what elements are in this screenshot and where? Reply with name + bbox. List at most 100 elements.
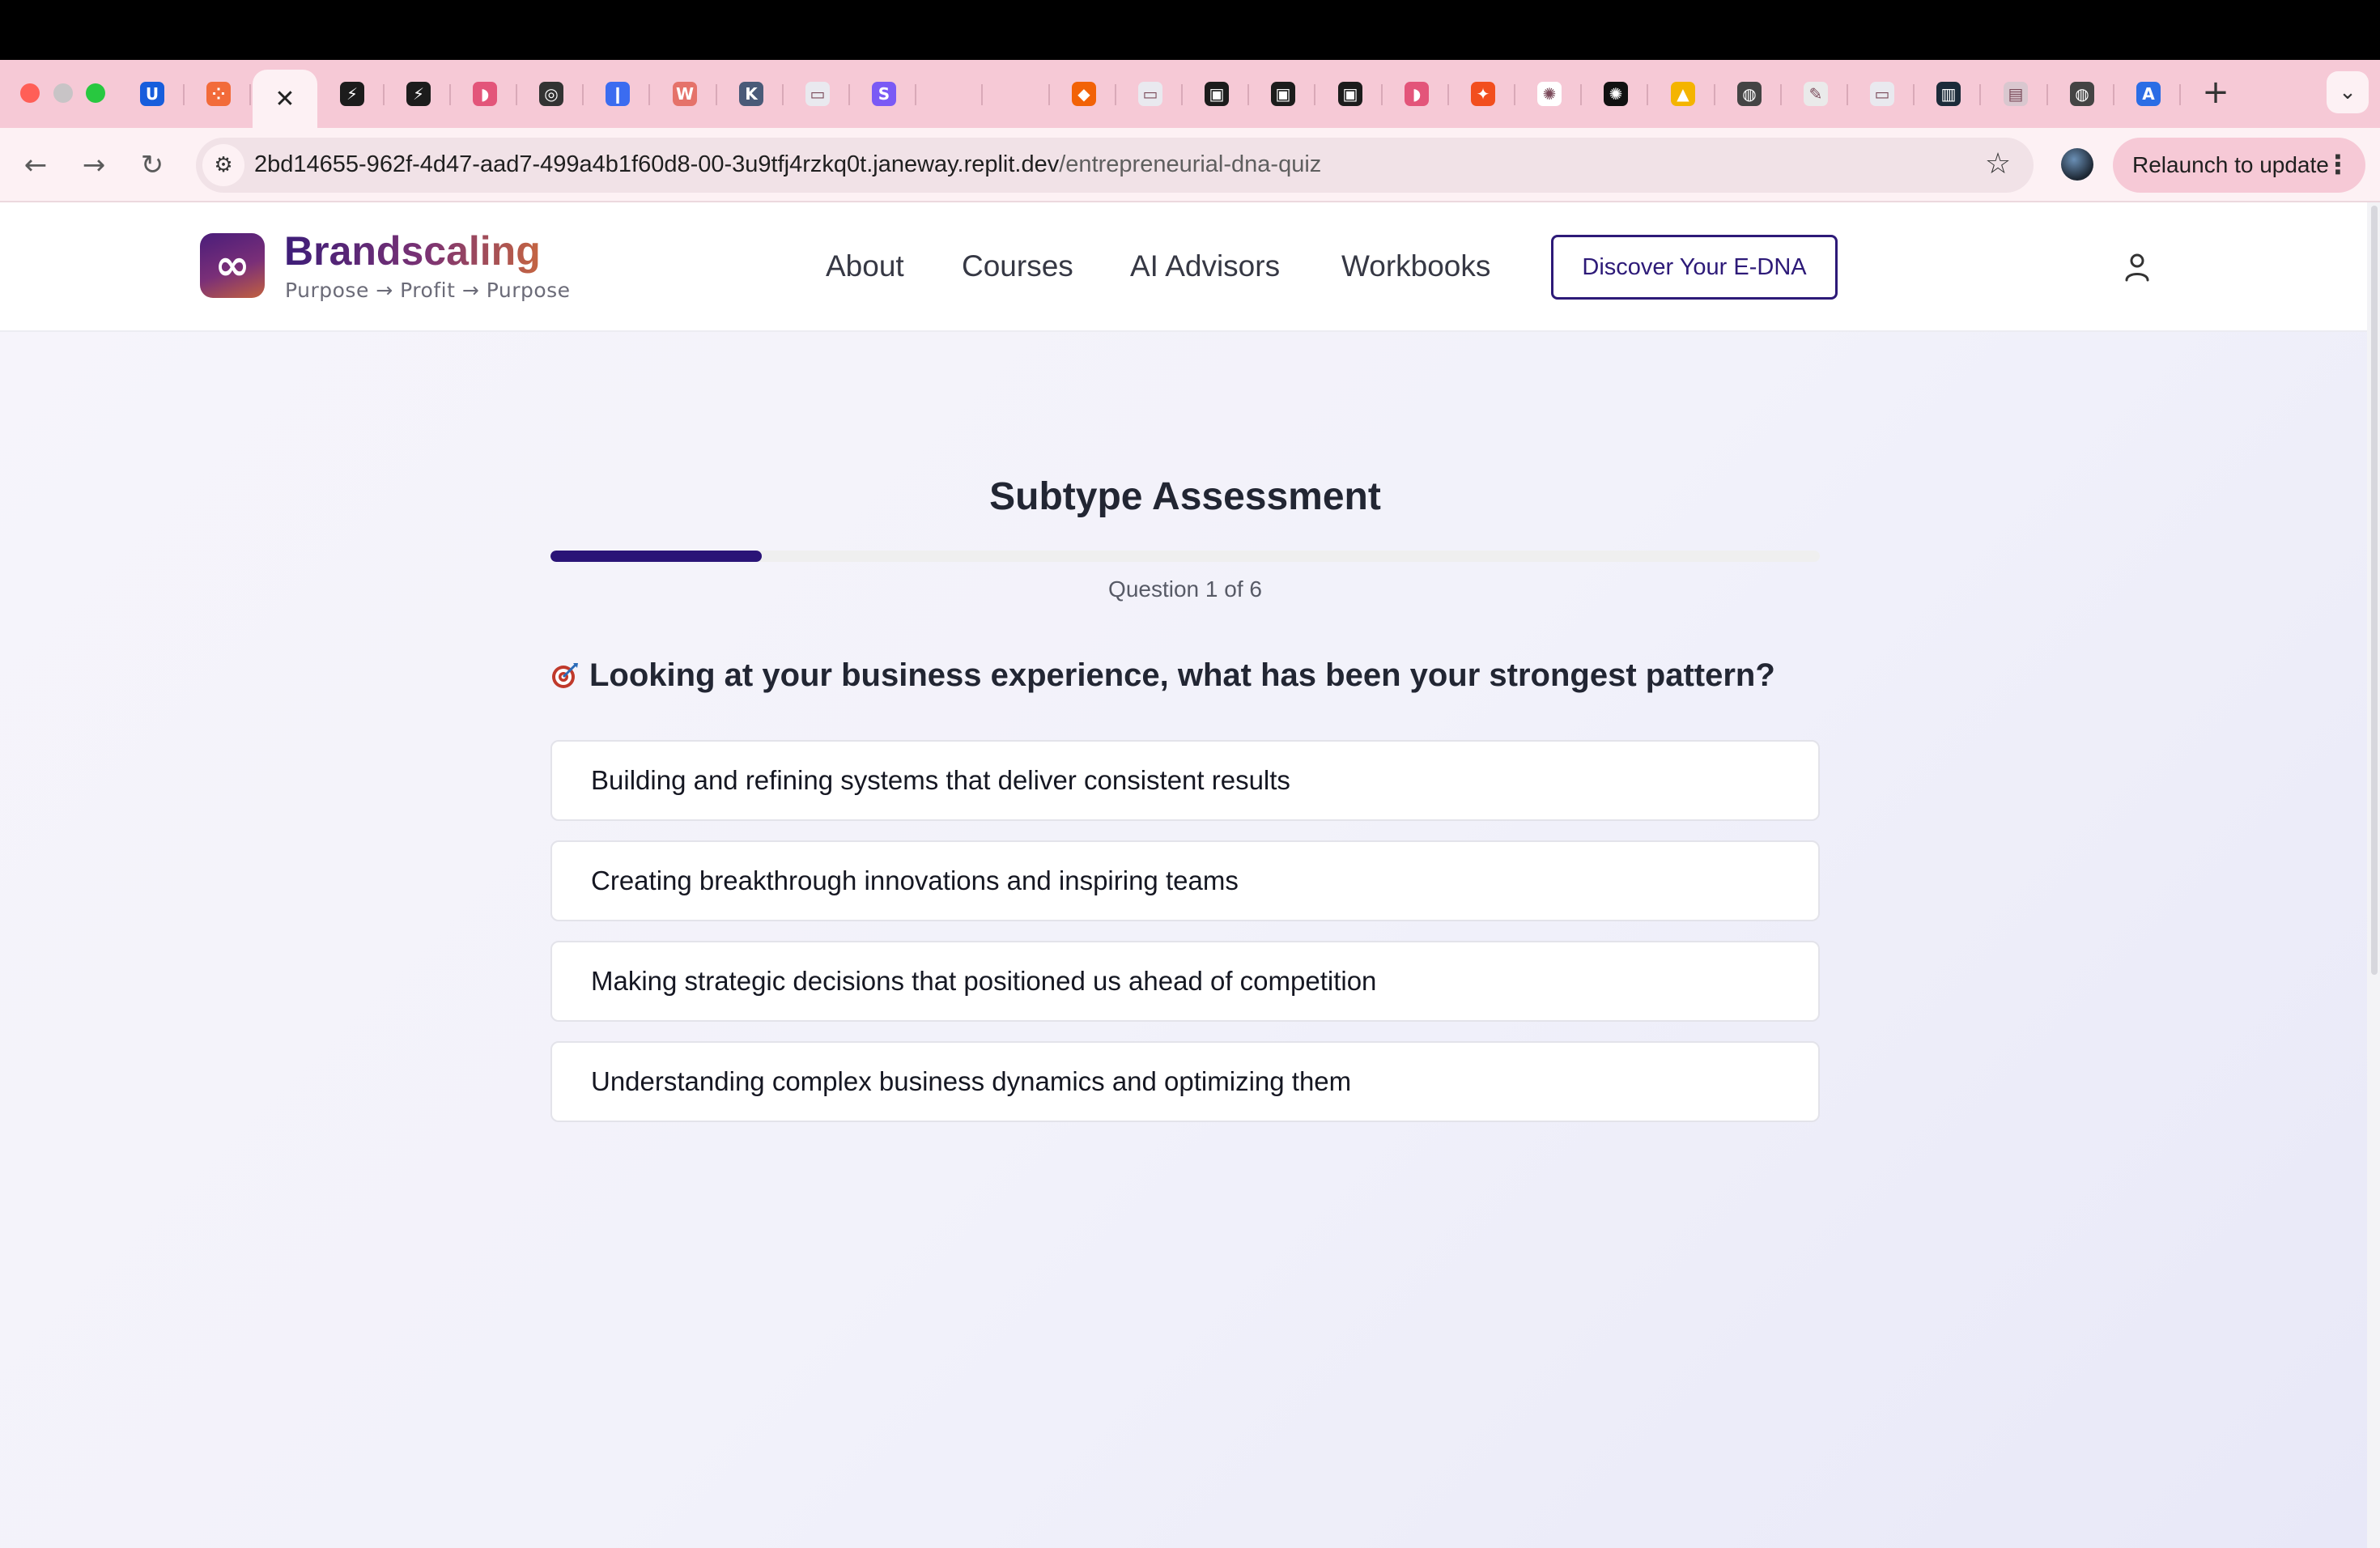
url-host: 2bd14655-962f-4d47-aad7-499a4b1f60d8-00-… bbox=[254, 151, 1060, 177]
browser-tab[interactable]: ⚡ bbox=[386, 70, 451, 118]
browser-tab[interactable]: ⚡ bbox=[320, 70, 385, 118]
brand-name[interactable]: Brandscaling bbox=[284, 227, 541, 275]
url-path: /entrepreneurial-dna-quiz bbox=[1059, 151, 1322, 177]
browser-tab[interactable]: ▭ bbox=[1118, 70, 1183, 118]
browser-tab[interactable]: ◗ bbox=[453, 70, 517, 118]
answer-option[interactable]: Understanding complex business dynamics … bbox=[550, 1041, 1820, 1122]
browser-tab[interactable]: ▲ bbox=[1651, 70, 1715, 118]
browser-tab[interactable]: W bbox=[652, 70, 717, 118]
tab-separator bbox=[1580, 84, 1582, 105]
user-account-icon[interactable] bbox=[2123, 251, 2152, 283]
scrollbar-thumb[interactable] bbox=[2371, 206, 2378, 975]
minimize-window-button[interactable] bbox=[53, 83, 73, 103]
back-button[interactable]: ← bbox=[15, 144, 57, 186]
more-menu-icon[interactable]: ⋮ bbox=[2325, 149, 2351, 180]
browser-tab[interactable]: ▣ bbox=[1318, 70, 1383, 118]
image-icon: ▤ bbox=[2004, 82, 2028, 106]
close-icon[interactable]: ✕ bbox=[274, 85, 295, 113]
figma-icon: ✦ bbox=[1471, 82, 1495, 106]
bitwarden-icon: U bbox=[140, 82, 164, 106]
reload-button[interactable]: ↻ bbox=[131, 144, 173, 186]
browser-tab[interactable]: ✕ bbox=[253, 70, 317, 128]
replit-icon: ◆ bbox=[1072, 82, 1096, 106]
globe-icon: ◍ bbox=[2070, 82, 2094, 106]
tab-separator bbox=[183, 84, 185, 105]
browser-tab[interactable]: ✺ bbox=[1517, 70, 1582, 118]
forward-button[interactable]: → bbox=[73, 144, 115, 186]
image-icon: ▭ bbox=[1870, 82, 1894, 106]
tab-separator bbox=[1247, 84, 1249, 105]
tab-separator bbox=[1514, 84, 1515, 105]
browser-tab[interactable]: ◍ bbox=[1717, 70, 1782, 118]
tab-separator bbox=[1780, 84, 1782, 105]
quiz-progress-fill bbox=[550, 551, 763, 562]
page-scrollbar[interactable] bbox=[2367, 202, 2380, 1548]
browser-tab[interactable]: ⁘ bbox=[186, 70, 251, 118]
question-counter: Question 1 of 6 bbox=[1108, 576, 1262, 602]
tab-separator bbox=[1647, 84, 1648, 105]
browser-tab[interactable]: ◆ bbox=[1052, 70, 1116, 118]
target-icon bbox=[552, 663, 578, 688]
url-text[interactable]: 2bd14655-962f-4d47-aad7-499a4b1f60d8-00-… bbox=[254, 148, 1321, 181]
new-tab-button[interactable]: + bbox=[2198, 74, 2233, 111]
browser-tab[interactable]: ❙ bbox=[585, 70, 650, 118]
a-app-icon: A bbox=[2136, 82, 2161, 106]
answer-option[interactable]: Building and refining systems that deliv… bbox=[550, 740, 1820, 821]
browser-tab[interactable]: ▤ bbox=[1983, 70, 2048, 118]
relaunch-button[interactable]: Relaunch to update ⋮ bbox=[2113, 138, 2365, 193]
browser-tab[interactable]: A bbox=[2116, 70, 2181, 118]
grid-app-icon: ⁘ bbox=[206, 82, 231, 106]
blank-icon bbox=[1005, 82, 1030, 106]
browser-tab[interactable]: ✎ bbox=[1783, 70, 1848, 118]
tab-separator bbox=[582, 84, 584, 105]
tab-separator bbox=[516, 84, 517, 105]
globe-icon: ◍ bbox=[1737, 82, 1762, 106]
tab-search-button[interactable]: ⌄ bbox=[2327, 71, 2369, 113]
tab-separator bbox=[1381, 84, 1383, 105]
pill-app-icon: ❙ bbox=[606, 82, 630, 106]
app-icon: ▣ bbox=[1205, 82, 1229, 106]
relaunch-label: Relaunch to update bbox=[2132, 152, 2329, 177]
activity-icon: ◎ bbox=[539, 82, 563, 106]
browser-tab[interactable]: ▭ bbox=[785, 70, 850, 118]
openai-icon: ✺ bbox=[1537, 82, 1562, 106]
brand-tagline: Purpose → Profit → Purpose bbox=[285, 279, 571, 302]
maximize-window-button[interactable] bbox=[86, 83, 105, 103]
browser-tab[interactable]: ◍ bbox=[2050, 70, 2114, 118]
profile-avatar[interactable] bbox=[2061, 148, 2093, 181]
browser-tab[interactable]: U bbox=[120, 70, 185, 118]
browser-tab[interactable]: ▭ bbox=[1850, 70, 1915, 118]
browser-tab[interactable]: ▣ bbox=[1251, 70, 1315, 118]
tab-separator bbox=[1714, 84, 1715, 105]
browser-tab[interactable]: S bbox=[852, 70, 916, 118]
image-icon: ▭ bbox=[805, 82, 830, 106]
browser-tab[interactable]: K bbox=[719, 70, 784, 118]
brand-logo-icon[interactable]: ∞ bbox=[200, 233, 265, 298]
close-window-button[interactable] bbox=[20, 83, 40, 103]
tab-separator bbox=[2046, 84, 2048, 105]
tab-separator bbox=[1913, 84, 1915, 105]
browser-tab[interactable]: ▣ bbox=[1184, 70, 1249, 118]
browser-tab[interactable]: ◗ bbox=[1384, 70, 1449, 118]
bookmark-star-icon[interactable]: ☆ bbox=[1980, 146, 2016, 181]
browser-tab[interactable]: ◎ bbox=[519, 70, 584, 118]
browser-tab[interactable] bbox=[918, 70, 983, 118]
bolt-app-icon: ⚡ bbox=[340, 82, 364, 106]
browser-tab[interactable] bbox=[985, 70, 1050, 118]
system-top-bar bbox=[0, 0, 2380, 60]
answer-option[interactable]: Making strategic decisions that position… bbox=[550, 941, 1820, 1022]
quiz-title: Subtype Assessment bbox=[989, 475, 1381, 518]
edit-icon: ✎ bbox=[1804, 82, 1828, 106]
s-app-icon: S bbox=[872, 82, 896, 106]
browser-tab[interactable]: ▥ bbox=[1916, 70, 1981, 118]
browser-tab[interactable]: ✦ bbox=[1451, 70, 1515, 118]
k-app-icon: K bbox=[739, 82, 763, 106]
question-text: Looking at your business experience, wha… bbox=[589, 657, 1775, 693]
tab-separator bbox=[648, 84, 650, 105]
tab-separator bbox=[716, 84, 717, 105]
browser-tab[interactable]: ✺ bbox=[1583, 70, 1648, 118]
w-app-icon: W bbox=[673, 82, 697, 106]
site-info-icon[interactable]: ⚙ bbox=[202, 144, 244, 186]
answer-option[interactable]: Creating breakthrough innovations and in… bbox=[550, 840, 1820, 921]
blank-icon bbox=[938, 82, 963, 106]
